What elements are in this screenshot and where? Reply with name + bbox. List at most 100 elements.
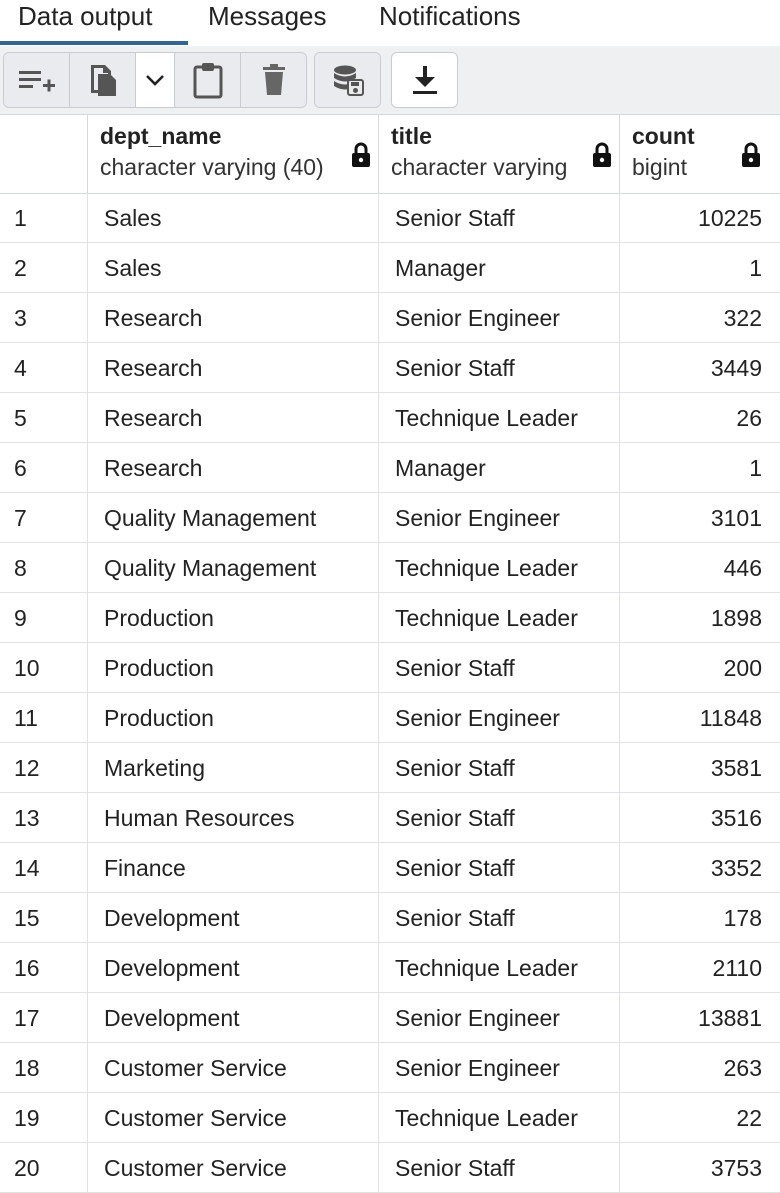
cell-dept-name[interactable]: Development xyxy=(88,943,379,993)
row-number[interactable]: 15 xyxy=(0,893,88,943)
cell-dept-name[interactable]: Customer Service xyxy=(88,1093,379,1143)
cell-dept-name[interactable]: Quality Management xyxy=(88,543,379,593)
tab-messages[interactable]: Messages xyxy=(208,0,327,44)
row-number[interactable]: 6 xyxy=(0,443,88,493)
row-number[interactable]: 3 xyxy=(0,293,88,343)
cell-title[interactable]: Senior Engineer xyxy=(379,293,620,343)
row-number[interactable]: 18 xyxy=(0,1043,88,1093)
cell-count[interactable]: 1 xyxy=(620,243,780,293)
cell-dept-name[interactable]: Sales xyxy=(88,243,379,293)
cell-dept-name[interactable]: Human Resources xyxy=(88,793,379,843)
cell-title[interactable]: Senior Staff xyxy=(379,743,620,793)
copy-options-dropdown[interactable] xyxy=(136,53,175,107)
table-row[interactable]: 17 Development Senior Engineer 13881 xyxy=(0,993,780,1043)
column-header-title[interactable]: title character varying xyxy=(379,114,620,193)
table-row[interactable]: 18 Customer Service Senior Engineer 263 xyxy=(0,1043,780,1093)
cell-title[interactable]: Technique Leader xyxy=(379,1093,620,1143)
cell-title[interactable]: Senior Staff xyxy=(379,193,620,243)
cell-count[interactable]: 3101 xyxy=(620,493,780,543)
cell-dept-name[interactable]: Sales xyxy=(88,193,379,243)
row-number[interactable]: 2 xyxy=(0,243,88,293)
row-number[interactable]: 4 xyxy=(0,343,88,393)
table-row[interactable]: 20 Customer Service Senior Staff 3753 xyxy=(0,1143,780,1193)
table-row[interactable]: 15 Development Senior Staff 178 xyxy=(0,893,780,943)
table-row[interactable]: 2 Sales Manager 1 xyxy=(0,243,780,293)
table-row[interactable]: 8 Quality Management Technique Leader 446 xyxy=(0,543,780,593)
cell-count[interactable]: 22 xyxy=(620,1093,780,1143)
cell-dept-name[interactable]: Production xyxy=(88,593,379,643)
table-row[interactable]: 14 Finance Senior Staff 3352 xyxy=(0,843,780,893)
cell-title[interactable]: Senior Staff xyxy=(379,1143,620,1193)
cell-title[interactable]: Senior Staff xyxy=(379,843,620,893)
cell-count[interactable]: 3449 xyxy=(620,343,780,393)
cell-count[interactable]: 3352 xyxy=(620,843,780,893)
cell-count[interactable]: 3753 xyxy=(620,1143,780,1193)
cell-title[interactable]: Senior Engineer xyxy=(379,1043,620,1093)
cell-title[interactable]: Senior Engineer xyxy=(379,493,620,543)
row-number[interactable]: 13 xyxy=(0,793,88,843)
cell-title[interactable]: Senior Engineer xyxy=(379,993,620,1043)
cell-title[interactable]: Senior Engineer xyxy=(379,693,620,743)
cell-count[interactable]: 11848 xyxy=(620,693,780,743)
cell-title[interactable]: Technique Leader xyxy=(379,593,620,643)
cell-dept-name[interactable]: Research xyxy=(88,293,379,343)
tab-data-output[interactable]: Data output xyxy=(18,0,152,44)
cell-title[interactable]: Senior Staff xyxy=(379,793,620,843)
row-number[interactable]: 11 xyxy=(0,693,88,743)
cell-dept-name[interactable]: Marketing xyxy=(88,743,379,793)
cell-dept-name[interactable]: Production xyxy=(88,693,379,743)
paste-button[interactable] xyxy=(175,53,241,107)
cell-dept-name[interactable]: Research xyxy=(88,443,379,493)
cell-dept-name[interactable]: Research xyxy=(88,343,379,393)
row-number[interactable]: 9 xyxy=(0,593,88,643)
cell-title[interactable]: Senior Staff xyxy=(379,643,620,693)
row-number[interactable]: 20 xyxy=(0,1143,88,1193)
cell-dept-name[interactable]: Development xyxy=(88,993,379,1043)
column-header-count[interactable]: count bigint xyxy=(620,114,780,193)
table-row[interactable]: 5 Research Technique Leader 26 xyxy=(0,393,780,443)
table-row[interactable]: 6 Research Manager 1 xyxy=(0,443,780,493)
cell-count[interactable]: 10225 xyxy=(620,193,780,243)
cell-count[interactable]: 263 xyxy=(620,1043,780,1093)
row-number[interactable]: 8 xyxy=(0,543,88,593)
cell-title[interactable]: Manager xyxy=(379,243,620,293)
row-number[interactable]: 14 xyxy=(0,843,88,893)
row-number[interactable]: 12 xyxy=(0,743,88,793)
cell-title[interactable]: Senior Staff xyxy=(379,343,620,393)
row-number[interactable]: 1 xyxy=(0,193,88,243)
cell-dept-name[interactable]: Customer Service xyxy=(88,1143,379,1193)
cell-count[interactable]: 3516 xyxy=(620,793,780,843)
save-data-button[interactable] xyxy=(315,53,380,107)
row-number[interactable]: 16 xyxy=(0,943,88,993)
table-row[interactable]: 12 Marketing Senior Staff 3581 xyxy=(0,743,780,793)
cell-count[interactable]: 3581 xyxy=(620,743,780,793)
row-number[interactable]: 7 xyxy=(0,493,88,543)
row-number[interactable]: 17 xyxy=(0,993,88,1043)
table-row[interactable]: 7 Quality Management Senior Engineer 3101 xyxy=(0,493,780,543)
tab-notifications[interactable]: Notifications xyxy=(379,0,521,44)
column-header-dept-name[interactable]: dept_name character varying (40) xyxy=(88,114,379,193)
cell-count[interactable]: 446 xyxy=(620,543,780,593)
cell-title[interactable]: Technique Leader xyxy=(379,393,620,443)
cell-title[interactable]: Manager xyxy=(379,443,620,493)
table-row[interactable]: 16 Development Technique Leader 2110 xyxy=(0,943,780,993)
cell-dept-name[interactable]: Production xyxy=(88,643,379,693)
cell-count[interactable]: 322 xyxy=(620,293,780,343)
delete-button[interactable] xyxy=(241,53,306,107)
table-row[interactable]: 3 Research Senior Engineer 322 xyxy=(0,293,780,343)
cell-count[interactable]: 200 xyxy=(620,643,780,693)
cell-title[interactable]: Technique Leader xyxy=(379,943,620,993)
cell-count[interactable]: 178 xyxy=(620,893,780,943)
row-number[interactable]: 5 xyxy=(0,393,88,443)
cell-title[interactable]: Senior Staff xyxy=(379,893,620,943)
table-row[interactable]: 19 Customer Service Technique Leader 22 xyxy=(0,1093,780,1143)
cell-count[interactable]: 2110 xyxy=(620,943,780,993)
table-row[interactable]: 4 Research Senior Staff 3449 xyxy=(0,343,780,393)
cell-dept-name[interactable]: Quality Management xyxy=(88,493,379,543)
cell-title[interactable]: Technique Leader xyxy=(379,543,620,593)
cell-count[interactable]: 26 xyxy=(620,393,780,443)
cell-count[interactable]: 1898 xyxy=(620,593,780,643)
cell-dept-name[interactable]: Customer Service xyxy=(88,1043,379,1093)
add-row-button[interactable] xyxy=(4,53,70,107)
cell-dept-name[interactable]: Finance xyxy=(88,843,379,893)
